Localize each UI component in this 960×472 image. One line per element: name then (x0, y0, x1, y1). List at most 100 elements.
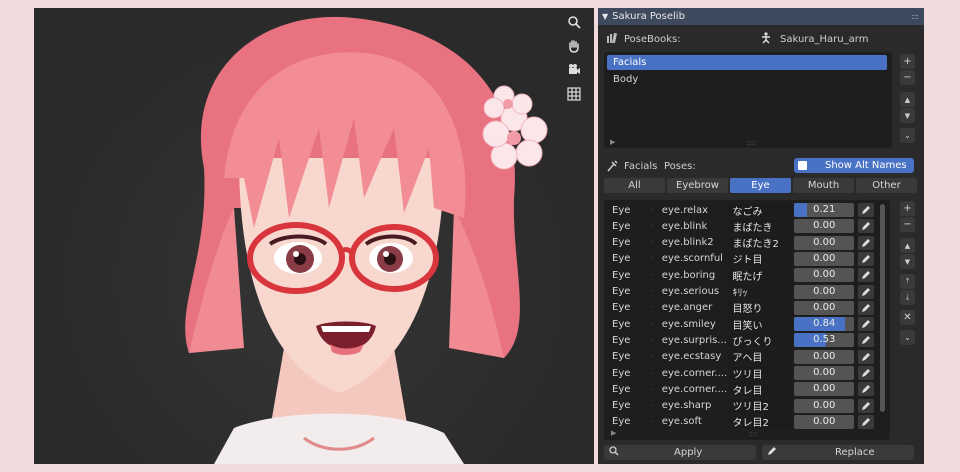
edit-pose-button[interactable] (858, 251, 875, 266)
move-pose-bottom-button[interactable]: ⤓ (900, 290, 915, 305)
pose-row[interactable]: Eye · eye.anger 目怒り 0.00 (606, 300, 875, 316)
tab-all[interactable]: All (604, 178, 665, 193)
pose-alt-name-field[interactable]: ジト目 (727, 251, 793, 266)
pose-alt-name-field[interactable]: タレ目 (727, 382, 793, 397)
book-item-body[interactable]: Body (607, 72, 887, 87)
pose-weight-slider[interactable]: 0.00 (794, 219, 855, 234)
pose-row[interactable]: Eye · eye.surpris... びっくり 0.53 (606, 332, 875, 348)
pose-row[interactable]: Eye · eye.sharp ツリ目2 0.00 (606, 398, 875, 414)
tab-eye[interactable]: Eye (730, 178, 791, 193)
drag-grip-icon[interactable]: :::: (911, 12, 919, 21)
pose-alt-name-field[interactable]: タレ目2 (727, 414, 793, 429)
pose-weight-slider[interactable]: 0.00 (794, 284, 855, 299)
book-item-facials[interactable]: Facials (607, 55, 887, 70)
remove-book-button[interactable]: − (900, 70, 915, 85)
pose-row[interactable]: Eye · eye.relax なごみ 0.21 (606, 202, 875, 218)
edit-pose-button[interactable] (858, 349, 875, 364)
pose-category: Eye (612, 220, 631, 232)
pose-menu-button[interactable]: ⌄ (900, 330, 915, 345)
list-resize-grip[interactable]: :::: (746, 139, 755, 147)
clear-pose-button[interactable]: ✕ (900, 310, 915, 325)
pose-alt-name-field[interactable]: まばたき2 (727, 235, 793, 250)
pose-weight-slider[interactable]: 0.00 (794, 349, 855, 364)
pose-row[interactable]: Eye · eye.scornful ジト目 0.00 (606, 251, 875, 267)
edit-pose-button[interactable] (858, 317, 875, 332)
move-pose-top-button[interactable]: ⤒ (900, 274, 915, 289)
remove-pose-button[interactable]: − (900, 217, 915, 232)
zoom-icon[interactable] (564, 12, 584, 32)
grid-icon[interactable] (564, 84, 584, 104)
pan-hand-icon[interactable] (564, 36, 584, 56)
3d-viewport[interactable] (34, 8, 594, 464)
pose-weight-slider[interactable]: 0.00 (794, 235, 855, 250)
pose-weight-slider[interactable]: 0.00 (794, 398, 855, 413)
apply-button[interactable]: Apply (604, 445, 756, 460)
pose-row[interactable]: Eye · eye.corner.... タレ目 0.00 (606, 381, 875, 397)
book-menu-button[interactable]: ⌄ (900, 128, 915, 143)
posebooks-list[interactable]: Facials Body ▶ :::: (604, 52, 892, 148)
pose-alt-name-field[interactable]: びっくり (727, 333, 793, 348)
pose-weight-slider[interactable]: 0.00 (794, 268, 855, 283)
poses-expand-icon[interactable]: ▶ (611, 429, 616, 437)
pencil-icon (862, 401, 871, 410)
pose-weight-slider[interactable]: 0.53 (794, 333, 855, 348)
pose-alt-name-field[interactable]: なごみ (727, 203, 793, 217)
edit-pose-button[interactable] (858, 414, 875, 429)
edit-pose-button[interactable] (858, 382, 875, 397)
edit-pose-button[interactable] (858, 203, 875, 217)
add-pose-button[interactable]: + (900, 201, 915, 216)
pose-row[interactable]: Eye · eye.smiley 目笑い 0.84 (606, 316, 875, 332)
tab-mouth[interactable]: Mouth (793, 178, 854, 193)
edit-pose-button[interactable] (858, 268, 875, 283)
pose-row[interactable]: Eye · eye.blink2 まばたき2 0.00 (606, 235, 875, 251)
move-book-up-button[interactable]: ▲ (900, 92, 915, 107)
pose-weight-slider[interactable]: 0.00 (794, 382, 855, 397)
pose-alt-name-field[interactable]: 目笑い (727, 317, 793, 332)
pose-alt-name-field[interactable]: まばたき (727, 219, 793, 234)
tab-eyebrow[interactable]: Eyebrow (667, 178, 728, 193)
pose-weight-slider[interactable]: 0.00 (794, 414, 855, 429)
edit-pose-button[interactable] (858, 333, 875, 348)
edit-pose-button[interactable] (858, 235, 875, 250)
pose-row[interactable]: Eye · eye.ecstasy アヘ目 0.00 (606, 349, 875, 365)
pose-row[interactable]: Eye · eye.corner.... ツリ目 0.00 (606, 365, 875, 381)
replace-button[interactable]: Replace (762, 445, 914, 460)
edit-pose-button[interactable] (858, 366, 875, 380)
pose-alt-name-field[interactable]: 目怒り (727, 300, 793, 315)
pose-alt-name-field[interactable]: ツリ目2 (727, 398, 793, 413)
list-expand-icon[interactable]: ▶ (610, 138, 615, 146)
add-book-button[interactable]: + (900, 54, 915, 69)
move-pose-up-button[interactable]: ▲ (900, 238, 915, 253)
pose-alt-name-field[interactable]: 眠たげ (727, 268, 793, 283)
edit-pose-button[interactable] (858, 284, 875, 299)
pose-row[interactable]: Eye · eye.blink まばたき 0.00 (606, 218, 875, 234)
pose-weight-slider[interactable]: 0.84 (794, 317, 855, 332)
edit-pose-button[interactable] (858, 398, 875, 413)
pose-weight-slider[interactable]: 0.00 (794, 366, 855, 380)
pose-weight-slider[interactable]: 0.00 (794, 300, 855, 315)
show-alt-names-toggle[interactable]: Show Alt Names (794, 158, 914, 173)
pose-weight-slider[interactable]: 0.00 (794, 251, 855, 266)
pose-alt-name-field[interactable]: ｷﾘｯ (727, 284, 793, 299)
poses-scrollbar[interactable] (880, 204, 885, 412)
move-pose-down-button[interactable]: ▼ (900, 254, 915, 269)
pose-name: eye.anger (661, 302, 713, 314)
panel-header[interactable]: ▼ Sakura Poselib :::: (598, 8, 924, 25)
pose-bullet-icon: · (649, 238, 653, 248)
tab-other[interactable]: Other (856, 178, 917, 193)
pose-row[interactable]: Eye · eye.boring 眠たげ 0.00 (606, 267, 875, 283)
pencil-icon (862, 287, 871, 296)
edit-pose-button[interactable] (858, 219, 875, 234)
poses-resize-grip[interactable]: :::: (748, 430, 757, 438)
pose-row[interactable]: Eye · eye.serious ｷﾘｯ 0.00 (606, 284, 875, 300)
camera-icon[interactable] (564, 60, 584, 80)
edit-pose-button[interactable] (858, 300, 875, 315)
pose-name: eye.ecstasy (661, 351, 722, 363)
move-book-down-button[interactable]: ▼ (900, 108, 915, 123)
pose-alt-name-field[interactable]: アヘ目 (727, 349, 793, 364)
pose-row[interactable]: Eye · eye.soft タレ目2 0.00 (606, 414, 875, 430)
pose-alt-name-field[interactable]: ツリ目 (727, 366, 793, 380)
collapse-caret-icon[interactable]: ▼ (602, 12, 608, 21)
pencil-icon (862, 352, 871, 361)
pose-weight-slider[interactable]: 0.21 (794, 203, 855, 217)
